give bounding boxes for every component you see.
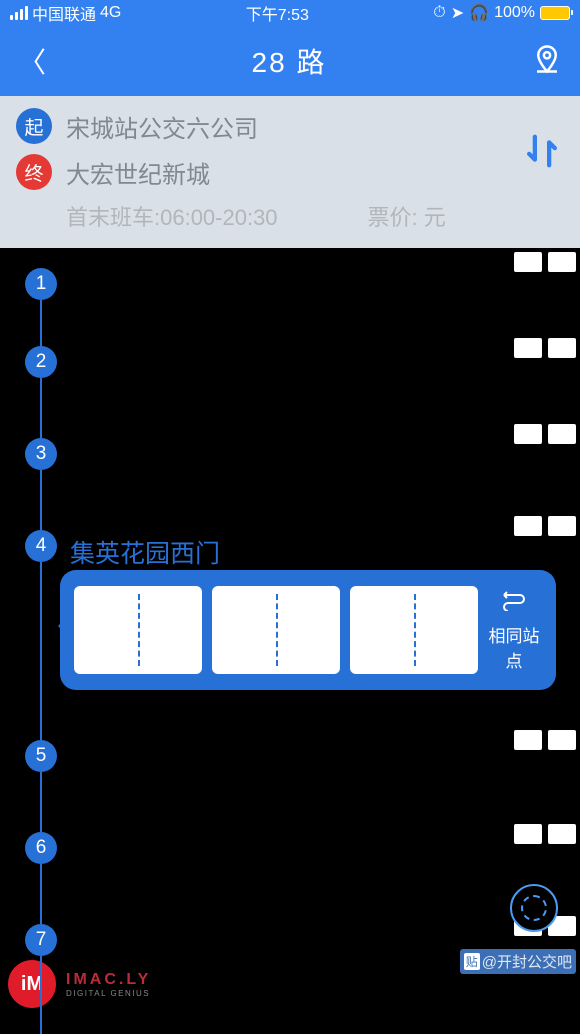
badge-box — [514, 730, 542, 750]
battery-pct: 100% — [494, 4, 535, 22]
refresh-button[interactable] — [510, 884, 558, 932]
transfer-card[interactable] — [276, 586, 340, 674]
stop-marker: 1 — [25, 268, 57, 300]
transfer-bubble: 相同站点 — [60, 570, 556, 690]
badge-box — [548, 424, 576, 444]
post-source-tag: 贴 @开封公交吧 — [460, 949, 576, 974]
end-badge: 终 — [16, 154, 52, 190]
watermark-sub: DIGITAL GENIUS — [66, 989, 151, 998]
badge-box — [514, 824, 542, 844]
same-stop-button[interactable]: 相同站点 — [488, 589, 548, 672]
badge-box — [548, 252, 576, 272]
badge-box — [548, 730, 576, 750]
watermark-text: IMAC.LY — [66, 971, 151, 989]
headphones-icon: 🎧 — [469, 3, 489, 23]
stop-6[interactable]: 6 — [0, 832, 580, 924]
battery-icon — [540, 6, 570, 20]
nav-bar: 〈 28 路 — [0, 26, 580, 96]
same-stop-label: 相同站点 — [488, 622, 540, 672]
badge-box — [514, 252, 542, 272]
stop-3[interactable]: 3 — [0, 438, 580, 530]
network: 4G — [100, 4, 121, 22]
transfer-card[interactable] — [350, 586, 414, 674]
back-button[interactable]: 〈 — [18, 41, 46, 81]
badge-box — [548, 338, 576, 358]
location-arrow-icon: ➤ — [451, 3, 464, 23]
stop-marker: 6 — [25, 832, 57, 864]
transfer-card[interactable] — [212, 586, 276, 674]
refresh-icon — [521, 895, 547, 921]
post-source: @开封公交吧 — [482, 951, 572, 972]
stop-marker: 7 — [25, 924, 57, 956]
schedule: 首末班车:06:00-20:30 — [66, 200, 278, 232]
route-info-panel: 起 宋城站公交六公司 终 大宏世纪新城 首末班车:06:00-20:30 票价:… — [0, 96, 580, 248]
tieba-icon: 贴 — [464, 953, 480, 970]
start-badge: 起 — [16, 108, 52, 144]
transfer-card[interactable] — [414, 586, 478, 674]
map-location-button[interactable] — [532, 44, 562, 79]
transfer-card[interactable] — [138, 586, 202, 674]
signal-icon — [10, 6, 28, 20]
end-station: 大宏世纪新城 — [66, 155, 210, 190]
stop-marker: 5 — [25, 740, 57, 772]
badge-box — [514, 424, 542, 444]
start-station: 宋城站公交六公司 — [66, 109, 258, 144]
route-icon — [488, 589, 540, 616]
fare: 票价: 元 — [368, 200, 446, 232]
alarm-icon: ⏱ — [433, 4, 445, 22]
stop-5[interactable]: 5 — [0, 740, 580, 832]
transfer-card[interactable] — [74, 586, 138, 674]
watermark-badge: iM — [8, 960, 56, 1008]
badge-box — [548, 516, 576, 536]
carrier: 中国联通 — [32, 1, 96, 25]
watermark: iM IMAC.LY DIGITAL GENIUS — [8, 960, 151, 1008]
stop-marker: 3 — [25, 438, 57, 470]
stop-name: 集英花园西门 — [70, 534, 220, 570]
status-bar: 中国联通 4G 下午7:53 ⏱ ➤ 🎧 100% — [0, 0, 580, 26]
stop-marker: 4 — [25, 530, 57, 562]
stop-2[interactable]: 2 — [0, 346, 580, 438]
stop-4[interactable]: 4 集英花园西门 相同站点 — [0, 530, 580, 740]
badge-box — [548, 824, 576, 844]
stops-list[interactable]: 1 2 3 4 集英花园西门 — [0, 248, 580, 1034]
stop-1[interactable]: 1 — [0, 252, 580, 346]
swap-direction-button[interactable] — [524, 131, 560, 176]
page-title: 28 路 — [252, 41, 327, 81]
badge-box — [514, 516, 542, 536]
badge-box — [514, 338, 542, 358]
stop-marker: 2 — [25, 346, 57, 378]
status-time: 下午7:53 — [246, 1, 309, 25]
